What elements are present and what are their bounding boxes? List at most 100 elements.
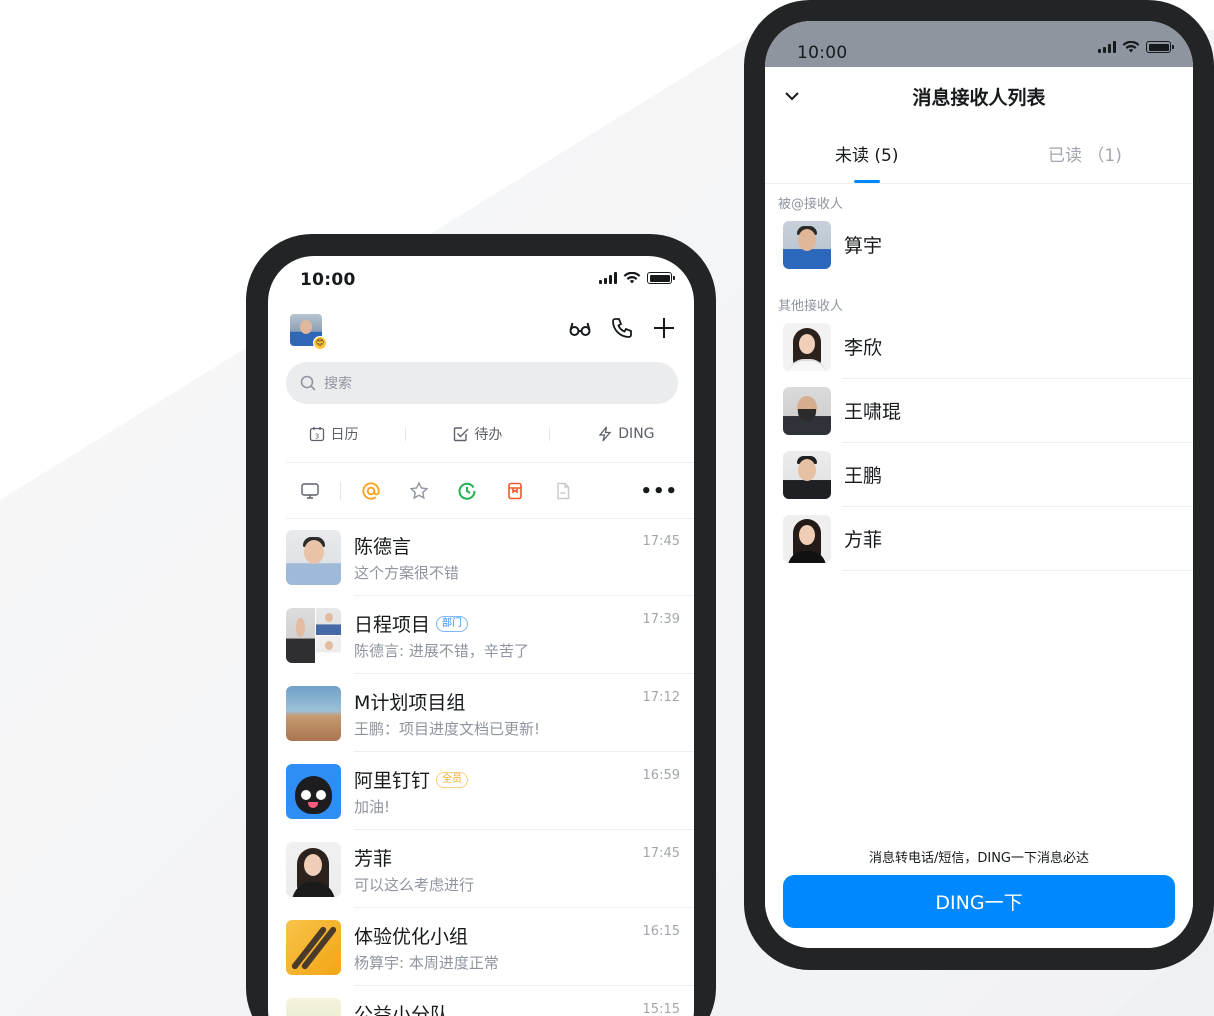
quick-actions: 3 日历 待办 DING — [286, 416, 678, 452]
chat-item[interactable]: 体验优化小组 杨算宇: 本周进度正常 16:15 — [286, 908, 694, 986]
status-bar-dimmed: 10:00 — [765, 21, 1193, 67]
filter-computer[interactable] — [286, 481, 334, 501]
chat-preview: 这个方案很不错 — [354, 564, 460, 582]
document-icon — [557, 482, 570, 500]
chat-preview: 加油! — [354, 798, 391, 816]
computer-icon — [301, 483, 319, 499]
divider — [765, 183, 1193, 184]
chat-item[interactable]: 日程项目 部门 陈德言: 进展不错，辛苦了 17:39 — [286, 596, 694, 674]
filter-mentions[interactable] — [347, 481, 395, 501]
filter-bookmarks[interactable] — [491, 481, 539, 501]
recipient-name: 李欣 — [844, 337, 883, 359]
star-icon — [409, 481, 429, 500]
chat-item[interactable]: 陈德言 这个方案很不错 17:45 — [286, 518, 694, 596]
filter-documents[interactable] — [539, 481, 587, 501]
section-mentioned: 被@接收人 — [778, 197, 844, 212]
chat-name: 公益小分队 — [354, 1004, 450, 1016]
quick-calendar-label: 日历 — [330, 427, 359, 443]
quick-calendar[interactable]: 3 日历 — [309, 424, 358, 444]
chat-name: 陈德言 — [354, 536, 412, 558]
todo-icon — [454, 427, 469, 442]
status-time: 10:00 — [797, 43, 848, 63]
chat-preview: 陈德言: 进展不错，辛苦了 — [354, 642, 529, 660]
chat-list-screen: 10:00 😊 搜索 3 日历 待办 DING ••• 陈德言 这个方案很不错 … — [268, 256, 694, 1016]
my-avatar[interactable]: 😊 — [290, 314, 327, 350]
more-icon[interactable]: ••• — [640, 481, 678, 502]
chat-item[interactable]: 公益小分队 15:15 — [286, 986, 694, 1016]
recipient-item[interactable]: 王鹏 — [765, 443, 1193, 507]
phone-icon[interactable] — [610, 316, 634, 340]
phone-frame-left: 10:00 😊 搜索 3 日历 待办 DING ••• 陈德言 这个方案很不错 … — [246, 234, 716, 1016]
filter-bar: ••• — [286, 476, 678, 506]
recipient-name: 王啸琨 — [844, 401, 902, 423]
all-members-tag: 全员 — [436, 771, 469, 788]
recipient-list-screen: 10:00 消息接收人列表 未读 (5) 已读 （1) 被@接收人 算宇 其他接… — [765, 21, 1193, 948]
chat-name: 芳菲 — [354, 848, 393, 870]
wifi-icon — [1122, 41, 1140, 53]
chat-name-row: 日程项目 部门 — [354, 610, 469, 637]
filter-separator — [340, 482, 341, 500]
tab-unread[interactable]: 未读 (5) — [835, 141, 898, 166]
chat-name-row: 芳菲 — [354, 844, 392, 871]
search-bar[interactable]: 搜索 — [286, 362, 678, 404]
quick-ding[interactable]: DING — [597, 426, 655, 442]
plus-icon[interactable] — [652, 316, 676, 340]
chat-avatar — [286, 686, 341, 741]
chat-item[interactable]: M计划项目组 王鹏：项目进度文档已更新! 17:12 — [286, 674, 694, 752]
status-icons — [1098, 41, 1174, 53]
read-status-tabs: 未读 (5) 已读 （1) — [765, 141, 1193, 185]
chat-time: 15:15 — [642, 1002, 680, 1016]
recipient-item[interactable]: 王啸琨 — [765, 379, 1193, 443]
battery-icon — [647, 272, 675, 284]
calendar-icon-digit: 3 — [315, 433, 319, 441]
status-time: 10:00 — [300, 270, 356, 290]
ding-bolt-icon — [598, 426, 612, 442]
recipient-avatar — [783, 451, 831, 499]
status-bar: 10:00 — [268, 256, 694, 302]
divider — [286, 462, 694, 463]
chat-name-row: M计划项目组 — [354, 688, 465, 715]
chat-item[interactable]: 阿里钉钉 全员 加油! 16:59 — [286, 752, 694, 830]
calendar-icon: 3 — [310, 427, 325, 442]
recipient-item[interactable]: 李欣 — [765, 315, 1193, 379]
recipient-avatar — [783, 221, 831, 269]
department-tag: 部门 — [436, 615, 469, 632]
chat-name: M计划项目组 — [354, 692, 466, 714]
tab-read[interactable]: 已读 （1) — [1048, 141, 1122, 166]
chat-avatar — [286, 998, 341, 1016]
chat-name-row: 陈德言 — [354, 532, 411, 559]
recipient-name: 方菲 — [844, 529, 883, 551]
chat-header: 😊 — [290, 314, 676, 350]
status-icons — [599, 272, 675, 284]
filter-starred[interactable] — [395, 481, 443, 501]
chat-item[interactable]: 芳菲 可以这么考虑进行 17:45 — [286, 830, 694, 908]
search-placeholder: 搜索 — [324, 376, 352, 392]
quick-separator — [405, 427, 407, 441]
chat-avatar — [286, 842, 341, 897]
chat-name: 体验优化小组 — [354, 926, 469, 948]
wifi-icon — [623, 272, 641, 284]
ding-hint: 消息转电话/短信，DING一下消息必达 — [868, 851, 1090, 866]
recipient-avatar — [783, 387, 831, 435]
quick-todo-label: 待办 — [474, 427, 503, 443]
chat-time: 17:12 — [642, 690, 680, 705]
status-bar: 10:00 — [765, 21, 1193, 67]
recipient-name: 算宇 — [844, 235, 883, 257]
recipient-item[interactable]: 方菲 — [765, 507, 1193, 571]
recipient-name: 王鹏 — [844, 465, 883, 487]
chat-preview: 杨算宇: 本周进度正常 — [354, 954, 499, 972]
chat-time: 16:15 — [642, 924, 680, 939]
sheet-title: 消息接收人列表 — [912, 87, 1046, 109]
chat-avatar-dingtalk — [286, 764, 341, 819]
chat-name: 日程项目 — [354, 614, 431, 636]
recipient-item[interactable]: 算宇 — [765, 213, 1193, 277]
glasses-icon[interactable] — [568, 316, 592, 340]
clock-icon — [458, 482, 476, 500]
chat-name-row: 体验优化小组 — [354, 922, 468, 949]
at-icon — [362, 482, 380, 500]
filter-recent[interactable] — [443, 481, 491, 501]
chat-name-row: 公益小分队 — [354, 1000, 449, 1016]
chat-name-row: 阿里钉钉 全员 — [354, 766, 469, 793]
quick-todo[interactable]: 待办 — [453, 424, 502, 444]
ding-button[interactable]: DING一下 — [783, 875, 1175, 928]
